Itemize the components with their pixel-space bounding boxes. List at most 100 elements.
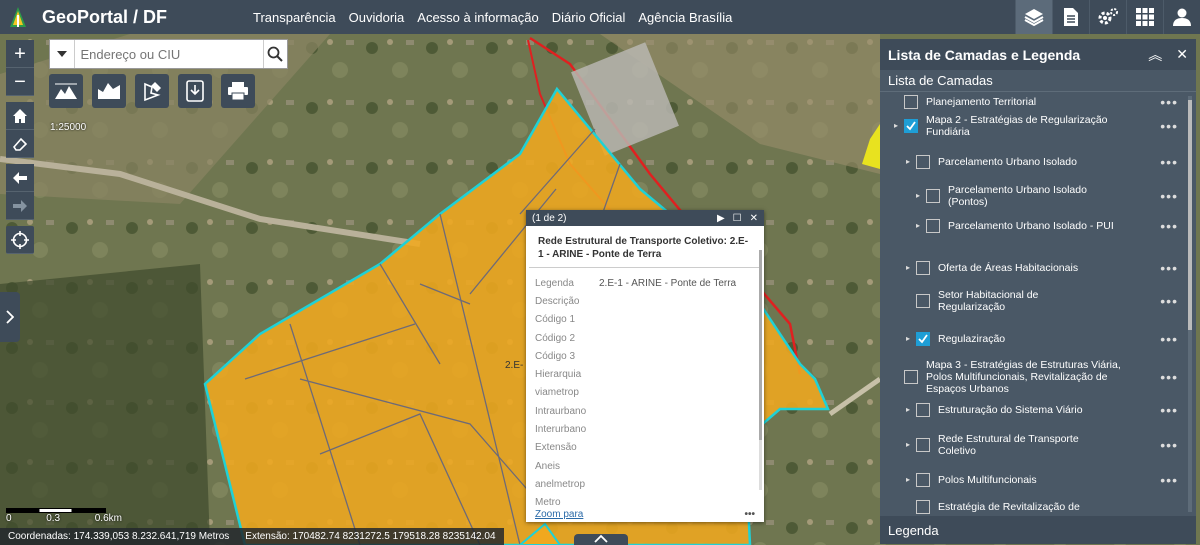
expand-arrow-icon[interactable]: ▸ <box>916 190 926 202</box>
layer-list-heading[interactable]: Lista de Camadas <box>880 70 1196 92</box>
layer-options-button[interactable]: ••• <box>1160 294 1178 308</box>
layer-checkbox[interactable] <box>926 189 940 203</box>
layer-item[interactable]: ▸ Parcelamento Urbano Isolado ••• <box>906 155 1177 169</box>
previous-extent-button[interactable] <box>6 164 34 192</box>
expand-arrow-icon[interactable]: ▸ <box>906 156 916 168</box>
popup-scroll-thumb[interactable] <box>759 250 762 440</box>
nav-transparencia[interactable]: Transparência <box>253 10 336 25</box>
layer-checkbox[interactable] <box>904 370 918 384</box>
nav-ouvidoria[interactable]: Ouvidoria <box>349 10 405 25</box>
layer-checkbox[interactable] <box>916 332 930 346</box>
vegetation-area <box>0 264 210 545</box>
layer-item[interactable]: Mapa 3 - Estratégias de Estruturas Viári… <box>894 359 1177 395</box>
expand-arrow-icon[interactable]: ▸ <box>916 220 926 232</box>
nav-acesso-informacao[interactable]: Acesso à informação <box>417 10 538 25</box>
layer-list-scrollbar[interactable] <box>1188 96 1192 512</box>
expand-arrow-icon[interactable]: ▸ <box>906 474 916 486</box>
apps-grid-button[interactable] <box>1126 0 1163 34</box>
layer-item[interactable]: ▸ Parcelamento Urbano Isolado (Pontos) ••• <box>916 184 1177 208</box>
layer-options-button[interactable]: ••• <box>1160 219 1178 233</box>
expand-arrow-icon[interactable]: ▸ <box>894 120 904 132</box>
document-button[interactable] <box>1052 0 1089 34</box>
scale-label-0: 0 <box>6 513 12 524</box>
brasilia-logo-icon[interactable] <box>6 5 30 29</box>
layer-options-button[interactable]: ••• <box>1160 95 1178 109</box>
layer-item[interactable]: Estratégia de Revitalização de <box>906 500 1128 514</box>
popup-close-button[interactable]: ✕ <box>750 213 758 224</box>
popup-scrollbar[interactable] <box>759 250 762 490</box>
attribute-key: Aneis <box>535 460 561 472</box>
search-input[interactable] <box>74 40 263 68</box>
layer-options-button[interactable]: ••• <box>1160 332 1178 346</box>
popup-maximize-button[interactable]: ☐ <box>733 213 742 224</box>
layer-scroll-thumb[interactable] <box>1188 100 1192 330</box>
eraser-button[interactable] <box>6 130 34 158</box>
app-title[interactable]: GeoPortal / DF <box>42 7 167 28</box>
panel-close-button[interactable]: ✕ <box>1176 46 1188 63</box>
layer-checkbox[interactable] <box>916 438 930 452</box>
layers-button[interactable] <box>1015 0 1052 34</box>
elevation-tool-button[interactable] <box>92 74 126 108</box>
layer-checkbox[interactable] <box>904 95 918 109</box>
layer-checkbox[interactable] <box>916 403 930 417</box>
expand-arrow-icon[interactable]: ▸ <box>906 439 916 451</box>
layer-options-button[interactable]: ••• <box>1160 473 1178 487</box>
layer-item[interactable]: ▸ Oferta de Áreas Habitacionais ••• <box>906 261 1177 275</box>
play-next-icon: ▶ <box>716 212 725 224</box>
download-tool-button[interactable] <box>178 74 212 108</box>
measure-tool-button[interactable] <box>135 74 169 108</box>
user-icon <box>1173 8 1191 26</box>
layer-options-button[interactable]: ••• <box>1160 155 1178 169</box>
user-button[interactable] <box>1163 0 1200 34</box>
elevation-chart-icon <box>98 83 120 99</box>
layer-checkbox[interactable] <box>916 155 930 169</box>
panel-collapse-button[interactable]: ︽ <box>1148 45 1162 65</box>
layer-options-button[interactable]: ••• <box>1160 403 1178 417</box>
search-source-dropdown[interactable] <box>50 40 75 68</box>
legend-heading[interactable]: Legenda <box>880 516 1196 544</box>
expand-arrow-icon[interactable]: ▸ <box>906 333 916 345</box>
popup-next-button[interactable]: ▶ <box>717 213 725 224</box>
layer-item[interactable]: Setor Habitacional de Regularização ••• <box>906 289 1177 313</box>
layer-options-button[interactable]: ••• <box>1160 370 1178 384</box>
print-button[interactable] <box>221 74 255 108</box>
locate-button[interactable] <box>6 226 34 254</box>
layer-checkbox[interactable] <box>916 473 930 487</box>
nav-agencia-brasilia[interactable]: Agência Brasília <box>638 10 732 25</box>
search-button[interactable] <box>262 40 288 68</box>
profile-tool-button[interactable] <box>49 74 83 108</box>
settings-button[interactable] <box>1089 0 1126 34</box>
layer-checkbox[interactable] <box>904 119 918 133</box>
layer-item[interactable]: ▸ Estruturação do Sistema Viário ••• <box>906 403 1177 417</box>
attribute-key: Código 1 <box>535 314 576 326</box>
nav-diario-oficial[interactable]: Diário Oficial <box>552 10 626 25</box>
layer-options-button[interactable]: ••• <box>1160 438 1178 452</box>
layer-options-button[interactable]: ••• <box>1160 261 1178 275</box>
home-button[interactable] <box>6 102 34 130</box>
next-extent-button[interactable] <box>6 192 34 220</box>
layer-checkbox[interactable] <box>926 219 940 233</box>
bottom-panel-toggle[interactable] <box>574 534 628 545</box>
zoom-in-button[interactable]: + <box>6 40 34 68</box>
layer-checkbox[interactable] <box>916 500 930 514</box>
layer-options-button[interactable]: ••• <box>1160 189 1178 203</box>
popup-title: Rede Estrutural de Transporte Coletivo: … <box>529 226 761 268</box>
layer-item[interactable]: Planejamento Territorial ••• <box>894 95 1177 109</box>
layer-item[interactable]: ▸ Parcelamento Urbano Isolado - PUI ••• <box>916 219 1177 233</box>
zoom-out-button[interactable]: − <box>6 68 34 96</box>
layer-checkbox[interactable] <box>916 294 930 308</box>
layer-checkbox[interactable] <box>916 261 930 275</box>
map-tool-row <box>49 74 255 108</box>
layer-item[interactable]: ▸ Polos Multifuncionais ••• <box>906 473 1177 487</box>
popup-more-button[interactable]: ••• <box>744 509 755 520</box>
expand-arrow-icon[interactable]: ▸ <box>906 262 916 274</box>
layer-label: Estratégia de Revitalização de <box>938 501 1080 513</box>
zoom-to-link[interactable]: Zoom para <box>535 509 744 520</box>
expand-arrow-icon[interactable]: ▸ <box>906 404 916 416</box>
side-panel-toggle[interactable] <box>0 292 20 342</box>
layer-item[interactable]: ▸ Rede Estrutural de Transporte Coletivo •… <box>906 433 1177 457</box>
layer-options-button[interactable]: ••• <box>1160 119 1178 133</box>
chevron-right-icon <box>6 310 14 324</box>
layer-item[interactable]: ▸ Mapa 2 - Estratégias de Regularização F… <box>894 114 1177 138</box>
layer-item[interactable]: ▸ Regulaziração ••• <box>906 332 1177 346</box>
